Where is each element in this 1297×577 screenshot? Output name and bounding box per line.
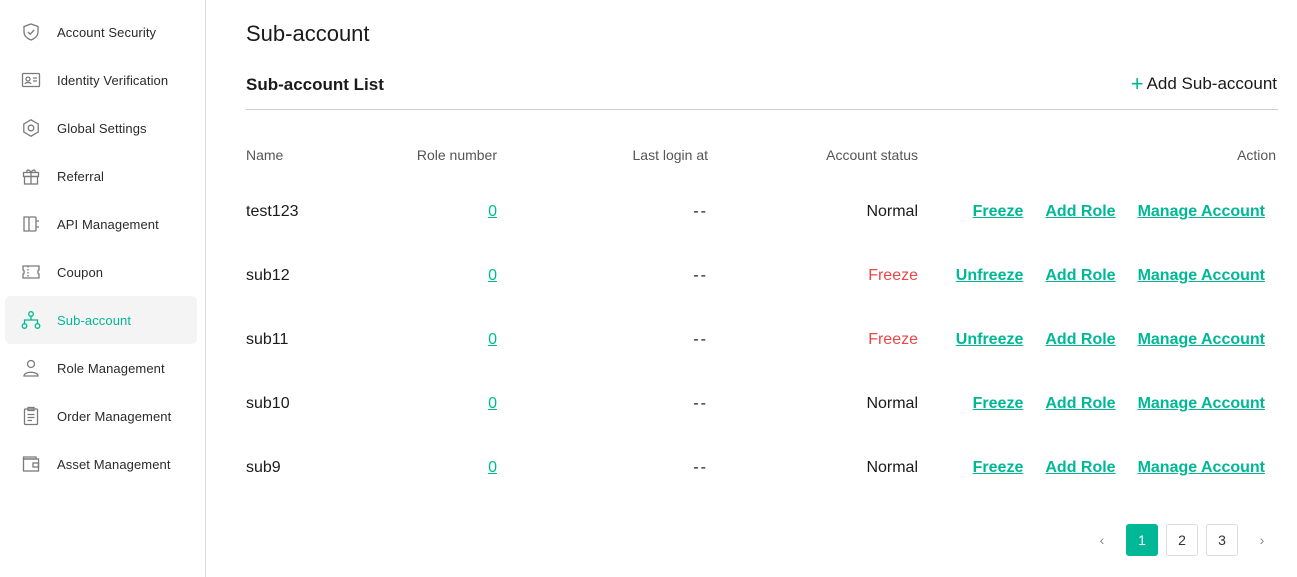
unfreeze-link[interactable]: Unfreeze [956,262,1024,290]
sidebar-item-role-management[interactable]: Role Management [5,344,197,392]
freeze-link[interactable]: Freeze [973,454,1024,482]
add-sub-account-button[interactable]: + Add Sub-account [1130,71,1277,96]
cell-last-login: -- [693,267,708,284]
id-card-icon [21,70,41,90]
sidebar-item-asset-management[interactable]: Asset Management [5,440,197,488]
api-icon [21,214,41,234]
sidebar: Account Security Identity Verification G… [0,0,206,577]
pagination-next-button[interactable]: › [1246,524,1278,556]
user-icon [21,358,41,378]
add-role-link[interactable]: Add Role [1045,198,1115,226]
row-actions: Unfreeze Add Role Manage Account [956,262,1265,290]
sidebar-item-label: Referral [57,168,105,184]
cell-last-login: -- [693,203,708,220]
org-chart-icon [21,310,41,330]
settings-hex-icon [21,118,41,138]
role-number-link[interactable]: 0 [330,454,497,482]
column-header-action: Action [1237,147,1276,163]
table-row: sub9 0 -- Normal Freeze Add Role Manage … [246,454,1276,482]
sidebar-item-referral[interactable]: Referral [5,152,197,200]
pagination-page-3[interactable]: 3 [1206,524,1238,556]
clipboard-icon [21,406,41,426]
status-badge: Normal [866,395,918,412]
cell-name: sub12 [246,267,290,284]
status-badge: Freeze [868,267,918,284]
role-number-link[interactable]: 0 [330,326,497,354]
coupon-icon [21,262,41,282]
sidebar-item-label: Account Security [57,24,157,40]
add-role-link[interactable]: Add Role [1045,326,1115,354]
sidebar-item-identity-verification[interactable]: Identity Verification [5,56,197,104]
sidebar-item-label: Identity Verification [57,72,169,88]
column-header-name: Name [246,147,284,163]
manage-account-link[interactable]: Manage Account [1138,198,1265,226]
role-number-link[interactable]: 0 [330,198,497,226]
column-header-role-number: Role number [416,147,497,163]
manage-account-link[interactable]: Manage Account [1138,390,1265,418]
pagination-page-1[interactable]: 1 [1126,524,1158,556]
pagination-page-2[interactable]: 2 [1166,524,1198,556]
sidebar-item-coupon[interactable]: Coupon [5,248,197,296]
manage-account-link[interactable]: Manage Account [1138,454,1265,482]
manage-account-link[interactable]: Manage Account [1138,262,1265,290]
table-row: sub10 0 -- Normal Freeze Add Role Manage… [246,390,1276,418]
freeze-link[interactable]: Freeze [973,198,1024,226]
plus-icon: + [1130,71,1144,96]
column-header-last-login: Last login at [632,147,709,163]
row-actions: Freeze Add Role Manage Account [973,454,1265,482]
sidebar-item-label: Asset Management [57,456,171,472]
page-title: Sub-account [246,21,370,46]
sidebar-item-global-settings[interactable]: Global Settings [5,104,197,152]
cell-name: test123 [246,203,299,220]
cell-name: sub9 [246,459,281,476]
status-badge: Freeze [868,331,918,348]
cell-last-login: -- [693,459,708,476]
sidebar-item-label: Global Settings [57,120,147,136]
role-number-link[interactable]: 0 [330,390,497,418]
wallet-icon [21,454,41,474]
status-badge: Normal [866,203,918,220]
sidebar-item-order-management[interactable]: Order Management [5,392,197,440]
row-actions: Freeze Add Role Manage Account [973,390,1265,418]
freeze-link[interactable]: Freeze [973,390,1024,418]
sidebar-item-label: Role Management [57,360,165,376]
sidebar-item-label: API Management [57,216,159,232]
column-header-account-status: Account status [826,147,918,163]
add-role-link[interactable]: Add Role [1045,390,1115,418]
row-actions: Unfreeze Add Role Manage Account [956,326,1265,354]
pagination-prev-button[interactable]: ‹ [1086,524,1118,556]
add-sub-account-label: Add Sub-account [1146,74,1277,93]
add-role-link[interactable]: Add Role [1045,454,1115,482]
section-title: Sub-account List [246,75,384,94]
sidebar-item-account-security[interactable]: Account Security [5,8,197,56]
cell-last-login: -- [693,395,708,412]
sidebar-item-label: Coupon [57,264,104,280]
cell-name: sub11 [246,331,289,348]
table-row: sub11 0 -- Freeze Unfreeze Add Role Mana… [246,326,1276,354]
sidebar-item-label: Order Management [57,408,172,424]
sidebar-item-api-management[interactable]: API Management [5,200,197,248]
manage-account-link[interactable]: Manage Account [1138,326,1265,354]
divider [246,109,1278,110]
unfreeze-link[interactable]: Unfreeze [956,326,1024,354]
sidebar-item-sub-account[interactable]: Sub-account [5,296,197,344]
row-actions: Freeze Add Role Manage Account [973,198,1265,226]
table-row: sub12 0 -- Freeze Unfreeze Add Role Mana… [246,262,1276,290]
shield-icon [21,22,41,42]
sidebar-item-label: Sub-account [57,312,132,328]
add-role-link[interactable]: Add Role [1045,262,1115,290]
cell-last-login: -- [693,331,708,348]
role-number-link[interactable]: 0 [330,262,497,290]
gift-icon [21,166,41,186]
cell-name: sub10 [246,395,290,412]
status-badge: Normal [866,459,918,476]
table-row: test123 0 -- Normal Freeze Add Role Mana… [246,198,1276,226]
